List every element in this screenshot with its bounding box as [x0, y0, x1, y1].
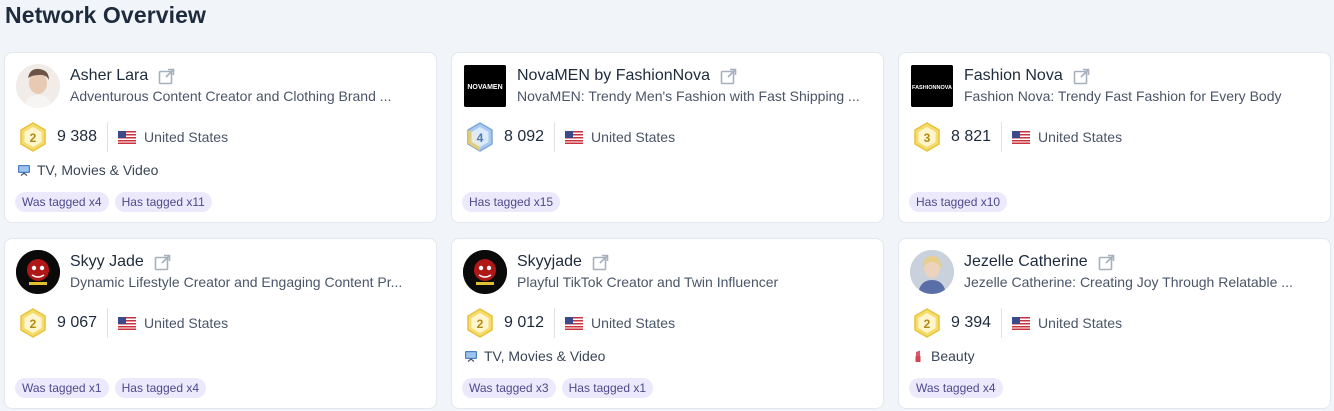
profile-description: Adventurous Content Creator and Clothing… [70, 88, 392, 104]
profile-description: Jezelle Catherine: Creating Joy Through … [964, 274, 1293, 290]
rank-badge-icon: 4 [464, 121, 496, 153]
svg-text:3: 3 [924, 131, 931, 145]
tag-was-tagged[interactable]: Was tagged x4 [15, 192, 109, 212]
score-value: 9 012 [504, 314, 545, 331]
svg-text:2: 2 [477, 317, 484, 331]
avatar [910, 250, 954, 294]
external-link-icon[interactable] [1073, 68, 1090, 85]
svg-text:2: 2 [924, 317, 931, 331]
category-row: Beauty [911, 348, 975, 364]
avatar [16, 250, 60, 294]
profile-name[interactable]: Jezelle Catherine [964, 253, 1088, 271]
profile-name[interactable]: Fashion Nova [964, 67, 1063, 85]
tag-has-tagged[interactable]: Has tagged x1 [561, 378, 653, 398]
rank-badge-icon: 2 [17, 307, 49, 339]
profile-card[interactable]: Jezelle Catherine Jezelle Catherine: Cre… [898, 238, 1331, 409]
divider [1001, 122, 1003, 152]
profile-card[interactable]: Skyyjade Playful TikTok Creator and Twin… [451, 238, 884, 409]
country-label: United States [1038, 129, 1123, 145]
score-value: 9 394 [951, 314, 992, 331]
country-label: United States [144, 315, 229, 331]
category-label: TV, Movies & Video [37, 162, 159, 178]
divider [1001, 308, 1003, 338]
score-value: 8 821 [951, 128, 992, 145]
profile-card[interactable]: Asher Lara Adventurous Content Creator a… [4, 52, 437, 223]
us-flag-icon [565, 316, 584, 330]
us-flag-icon [1012, 316, 1031, 330]
tag-was-tagged[interactable]: Was tagged x4 [909, 378, 1003, 398]
tv-icon [464, 349, 478, 363]
profile-card[interactable]: NOVAMEN NovaMEN by FashionNova NovaMEN: … [451, 52, 884, 223]
profile-description: Fashion Nova: Trendy Fast Fashion for Ev… [964, 88, 1282, 104]
svg-text:NOVAMEN: NOVAMEN [467, 84, 502, 91]
country-label: United States [1038, 315, 1123, 331]
country-label: United States [144, 129, 229, 145]
brand-logo: NOVAMEN [464, 65, 506, 107]
external-link-icon[interactable] [158, 68, 175, 85]
page-title: Network Overview [5, 2, 207, 28]
profile-card[interactable]: FASHIONNOVA Fashion Nova Fashion Nova: T… [898, 52, 1331, 223]
tag-has-tagged[interactable]: Has tagged x10 [909, 192, 1008, 212]
rank-badge-icon: 3 [911, 121, 943, 153]
avatar [463, 250, 507, 294]
svg-text:2: 2 [30, 131, 37, 145]
us-flag-icon [1012, 130, 1031, 144]
profile-description: Dynamic Lifestyle Creator and Engaging C… [70, 274, 403, 290]
svg-text:4: 4 [477, 131, 484, 145]
score-value: 9 067 [57, 314, 98, 331]
external-link-icon[interactable] [592, 254, 609, 271]
external-link-icon[interactable] [720, 68, 737, 85]
profile-card[interactable]: Skyy Jade Dynamic Lifestyle Creator and … [4, 238, 437, 409]
us-flag-icon [118, 316, 137, 330]
profile-description: Playful TikTok Creator and Twin Influenc… [517, 274, 779, 290]
svg-text:FASHIONNOVA: FASHIONNOVA [912, 85, 952, 91]
svg-text:2: 2 [30, 317, 37, 331]
tv-icon [17, 163, 31, 177]
external-link-icon[interactable] [1098, 254, 1115, 271]
category-label: Beauty [931, 348, 975, 364]
divider [554, 308, 556, 338]
category-row: TV, Movies & Video [464, 348, 605, 364]
profile-name[interactable]: NovaMEN by FashionNova [517, 67, 710, 85]
avatar [16, 64, 60, 108]
profile-description: NovaMEN: Trendy Men's Fashion with Fast … [517, 88, 860, 104]
us-flag-icon [565, 130, 584, 144]
country-label: United States [591, 129, 676, 145]
country-label: United States [591, 315, 676, 331]
lipstick-icon [911, 349, 925, 363]
rank-badge-icon: 2 [17, 121, 49, 153]
tag-has-tagged[interactable]: Has tagged x4 [114, 378, 206, 398]
network-grid: Asher Lara Adventurous Content Creator a… [4, 52, 1331, 409]
divider [107, 308, 109, 338]
rank-badge-icon: 2 [911, 307, 943, 339]
brand-logo: FASHIONNOVA [911, 65, 953, 107]
score-value: 9 388 [57, 128, 98, 145]
us-flag-icon [118, 130, 137, 144]
category-label: TV, Movies & Video [484, 348, 606, 364]
profile-name[interactable]: Asher Lara [70, 67, 148, 85]
category-row: TV, Movies & Video [17, 162, 158, 178]
tag-was-tagged[interactable]: Was tagged x3 [462, 378, 556, 398]
divider [554, 122, 556, 152]
tag-has-tagged[interactable]: Has tagged x15 [462, 192, 561, 212]
profile-name[interactable]: Skyyjade [517, 253, 582, 271]
score-value: 8 092 [504, 128, 545, 145]
profile-name[interactable]: Skyy Jade [70, 253, 144, 271]
divider [107, 122, 109, 152]
rank-badge-icon: 2 [464, 307, 496, 339]
external-link-icon[interactable] [154, 254, 171, 271]
tag-was-tagged[interactable]: Was tagged x1 [15, 378, 109, 398]
tag-has-tagged[interactable]: Has tagged x11 [114, 192, 212, 212]
